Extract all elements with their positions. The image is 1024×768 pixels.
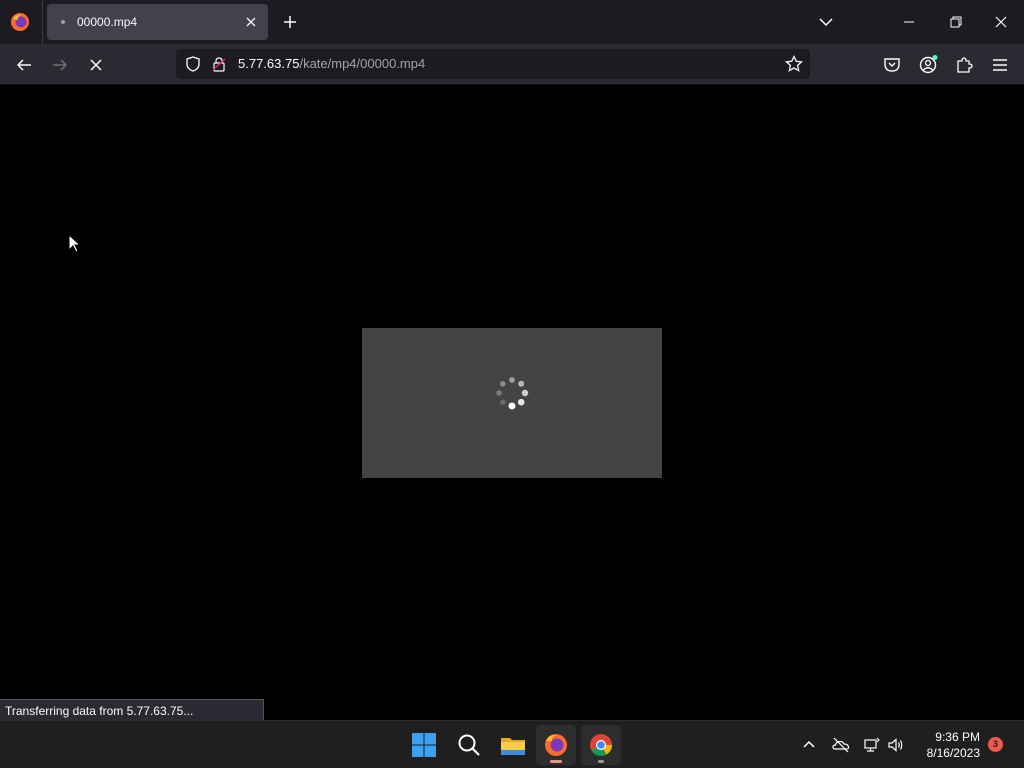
tab-bar: 00000.mp4: [0, 0, 1024, 44]
chrome-icon: [590, 734, 612, 756]
loading-spinner-icon: [496, 377, 529, 410]
pocket-icon[interactable]: [881, 54, 903, 76]
url-bar[interactable]: 5.77.63.75/kate/mp4/00000.mp4: [176, 49, 810, 79]
chevron-up-icon[interactable]: [799, 735, 819, 755]
url-host: 5.77.63.75: [238, 56, 300, 71]
search-icon[interactable]: [453, 729, 485, 761]
nav-bar: 5.77.63.75/kate/mp4/00000.mp4: [0, 44, 1024, 85]
tab-active[interactable]: 00000.mp4: [47, 4, 268, 40]
url-path: /kate/mp4/00000.mp4: [299, 56, 426, 71]
windows-start-icon[interactable]: [408, 729, 440, 761]
taskbar: 9:36 PM 8/16/2023 3: [0, 720, 1024, 768]
page-content: Transferring data from 5.77.63.75...: [0, 85, 1024, 720]
taskbar-firefox[interactable]: [536, 725, 576, 765]
lock-icon[interactable]: [210, 55, 228, 73]
close-icon[interactable]: [242, 13, 260, 31]
restore-icon[interactable]: [944, 12, 966, 32]
firefox-icon[interactable]: [10, 12, 30, 32]
hamburger-icon[interactable]: [989, 54, 1011, 76]
network-icon[interactable]: [862, 735, 882, 755]
clock[interactable]: 9:36 PM 8/16/2023: [912, 729, 980, 761]
clock-time: 9:36 PM: [935, 730, 980, 744]
back-arrow-icon[interactable]: [13, 54, 35, 76]
volume-icon[interactable]: [886, 735, 906, 755]
forward-arrow-icon[interactable]: [49, 54, 71, 76]
tab-title: 00000.mp4: [77, 15, 138, 29]
taskbar-chrome[interactable]: [581, 725, 621, 765]
shield-icon[interactable]: [184, 55, 202, 73]
firefox-icon: [545, 734, 567, 756]
chevron-down-icon[interactable]: [816, 12, 836, 32]
video-player[interactable]: [362, 328, 662, 478]
star-icon[interactable]: [784, 54, 804, 74]
stop-icon[interactable]: [85, 54, 107, 76]
plus-icon[interactable]: [280, 12, 300, 32]
window-close-icon[interactable]: [990, 12, 1012, 32]
minimize-icon[interactable]: [898, 12, 920, 32]
running-indicator: [598, 760, 604, 763]
active-indicator: [550, 760, 562, 763]
account-icon[interactable]: [917, 54, 939, 76]
status-panel: Transferring data from 5.77.63.75...: [0, 699, 264, 720]
clock-date: 8/16/2023: [926, 746, 980, 760]
puzzle-icon[interactable]: [953, 54, 975, 76]
notification-badge[interactable]: 3: [988, 737, 1003, 752]
onedrive-icon[interactable]: [831, 735, 851, 755]
tab-loading-dot: [61, 20, 65, 24]
file-explorer-icon[interactable]: [497, 729, 529, 761]
mouse-cursor-icon: [68, 234, 82, 253]
url-text[interactable]: 5.77.63.75/kate/mp4/00000.mp4: [238, 56, 425, 71]
tab-separator: [42, 0, 43, 44]
